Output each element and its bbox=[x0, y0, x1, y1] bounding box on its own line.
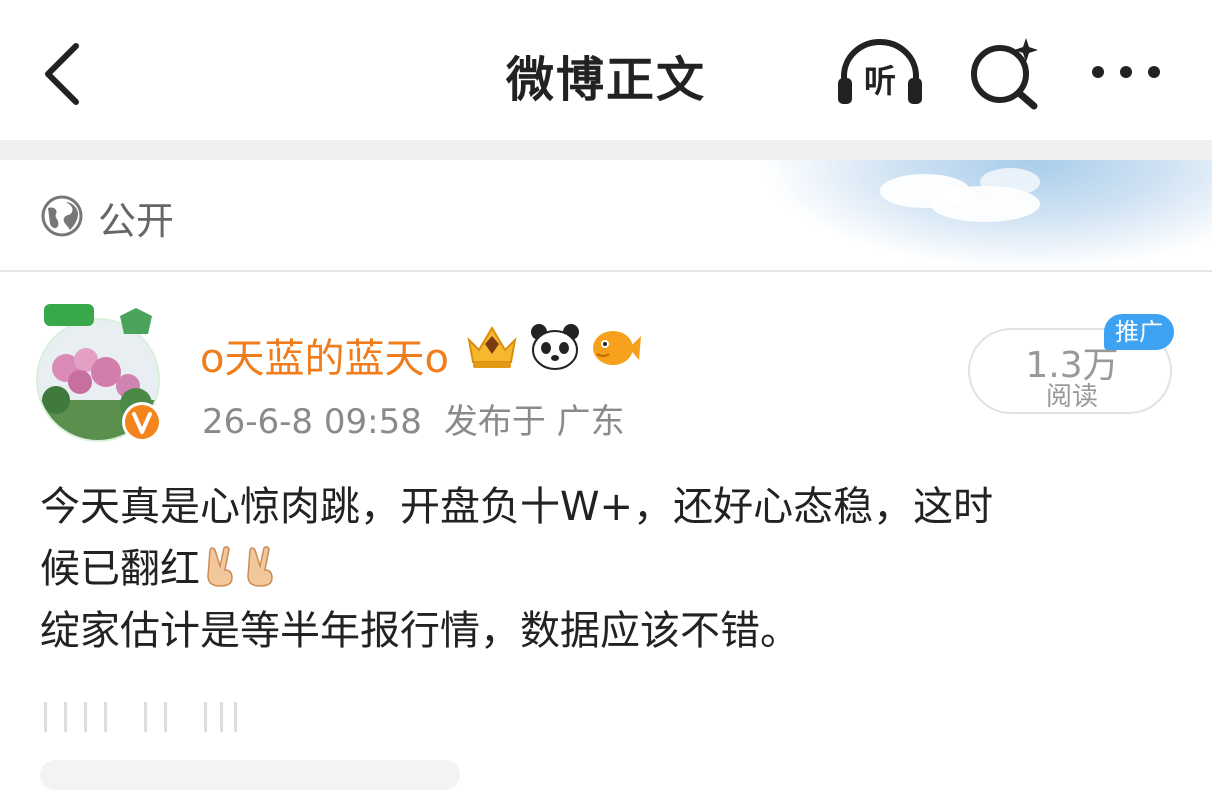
more-horizontal-icon bbox=[1092, 66, 1160, 78]
back-button[interactable] bbox=[36, 38, 96, 108]
crown-badge-icon bbox=[467, 326, 517, 368]
page-title: 微博正文 bbox=[505, 52, 706, 108]
author-name[interactable]: o天蓝的蓝天o bbox=[200, 326, 449, 384]
listen-button[interactable]: 听 bbox=[832, 38, 928, 108]
divider bbox=[0, 270, 1212, 272]
promo-badge[interactable]: 推广 bbox=[1104, 314, 1174, 350]
search-sparkle-icon bbox=[971, 38, 1038, 110]
fish-badge-icon bbox=[592, 331, 641, 365]
top-nav-bar: 微博正文 听 bbox=[0, 0, 1212, 140]
search-button[interactable] bbox=[966, 34, 1046, 110]
listen-label: 听 bbox=[864, 62, 896, 100]
visibility-bar: 公开 bbox=[0, 160, 1212, 270]
headphones-icon: 听 bbox=[838, 39, 922, 104]
post-content: 今天真是心惊肉跳，开盘负十W+，还好心态稳，这时 候已翻红 绽家估计是等半年报行… bbox=[40, 476, 1180, 662]
victory-hand-emoji bbox=[207, 545, 233, 587]
bottom-bar-pill bbox=[40, 760, 460, 790]
visibility-label: 公开 bbox=[98, 199, 175, 243]
more-button[interactable] bbox=[1086, 52, 1166, 92]
loading-placeholder bbox=[44, 702, 237, 732]
chevron-left-icon bbox=[45, 43, 79, 105]
victory-hand-emoji bbox=[247, 545, 273, 587]
read-count-label: 阅读 bbox=[1045, 382, 1098, 412]
post-text-line: 绽家估计是等半年报行情，数据应该不错。 bbox=[40, 608, 800, 654]
panda-badge-icon bbox=[530, 324, 579, 370]
post-text-line: 候已翻红 bbox=[40, 538, 1180, 600]
post-text-segment: 候已翻红 bbox=[40, 546, 200, 592]
cloud-decoration bbox=[980, 168, 1040, 196]
section-gap bbox=[0, 140, 1212, 160]
post-meta: 26-6-8 09:58 发布于 广东 bbox=[202, 394, 625, 443]
post-text-line: 今天真是心惊肉跳，开盘负十W+，还好心态稳，这时 bbox=[40, 484, 994, 530]
post-timestamp: 26-6-8 09:58 bbox=[202, 402, 422, 442]
globe-icon bbox=[41, 195, 83, 237]
avatar[interactable] bbox=[36, 300, 166, 446]
post-location: 发布于 广东 bbox=[443, 402, 625, 442]
